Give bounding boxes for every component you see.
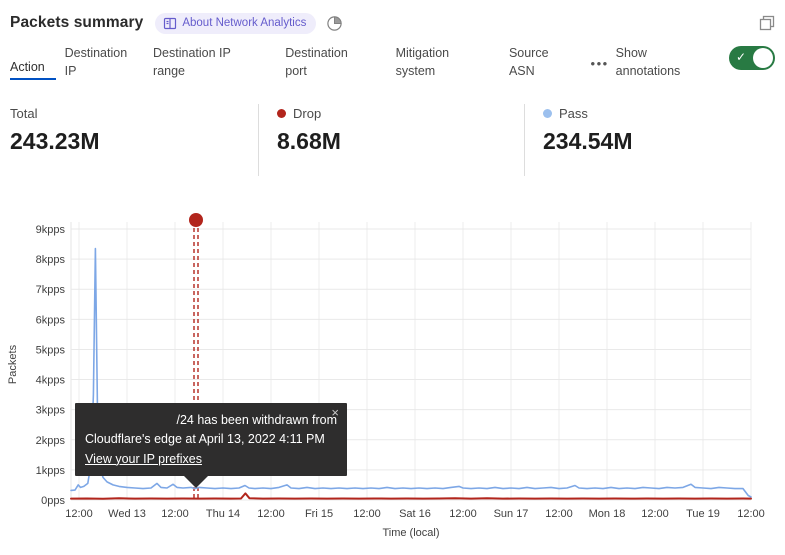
svg-text:Tue 19: Tue 19 <box>686 508 720 520</box>
svg-text:Packets: Packets <box>7 344 19 384</box>
tab-destination-ip-range[interactable]: Destination IP range <box>153 44 244 80</box>
svg-text:12:00: 12:00 <box>737 508 765 520</box>
svg-text:Mon 18: Mon 18 <box>589 508 626 520</box>
stat-pass: Pass 234.54M <box>524 104 785 176</box>
show-annotations-toggle[interactable]: ✓ <box>729 46 775 70</box>
svg-text:Sat 16: Sat 16 <box>399 508 431 520</box>
about-network-analytics-badge[interactable]: About Network Analytics <box>155 13 316 34</box>
tooltip-text-line1: /24 has been withdrawn from <box>85 411 337 430</box>
svg-text:Time (local): Time (local) <box>382 527 439 539</box>
svg-text:12:00: 12:00 <box>65 508 93 520</box>
svg-text:12:00: 12:00 <box>161 508 189 520</box>
svg-text:9kpps: 9kpps <box>36 224 66 236</box>
tab-destination-port[interactable]: Destination port <box>285 44 364 80</box>
svg-text:7kpps: 7kpps <box>36 284 66 296</box>
packets-summary-panel: Packets summary About Network Analytics … <box>0 0 785 555</box>
tooltip-arrow <box>184 476 208 488</box>
stat-drop-value: 8.68M <box>277 128 524 155</box>
open-in-new-window-icon[interactable] <box>759 15 775 31</box>
svg-text:5kpps: 5kpps <box>36 344 66 356</box>
svg-text:0pps: 0pps <box>41 495 65 507</box>
chart-area: 12:00 Wed 13 12:00 Thu 14 12:00 Fri 15 12:00 Sa… <box>0 205 785 555</box>
stat-total: Total 243.23M <box>0 104 258 176</box>
svg-text:1kpps: 1kpps <box>36 465 66 477</box>
dimension-tabs: Action Destination IP Destination IP ran… <box>0 36 785 88</box>
svg-text:12:00: 12:00 <box>353 508 381 520</box>
svg-text:Thu 14: Thu 14 <box>206 508 240 520</box>
svg-text:12:00: 12:00 <box>257 508 285 520</box>
book-icon <box>163 17 177 30</box>
svg-text:12:00: 12:00 <box>641 508 669 520</box>
view-ip-prefixes-link[interactable]: View your IP prefixes <box>85 452 202 466</box>
svg-text:4kpps: 4kpps <box>36 375 66 387</box>
svg-text:3kpps: 3kpps <box>36 405 66 417</box>
stat-total-label: Total <box>10 106 258 121</box>
stat-drop: Drop 8.68M <box>258 104 524 176</box>
pass-legend-dot <box>543 109 552 118</box>
close-icon[interactable]: × <box>331 406 339 419</box>
show-annotations-label: Show annotations <box>616 44 695 80</box>
badge-label: About Network Analytics <box>182 17 306 29</box>
svg-text:12:00: 12:00 <box>449 508 477 520</box>
tooltip-text-line2: Cloudflare's edge at April 13, 2022 4:11… <box>85 430 337 449</box>
stats-row: Total 243.23M Drop 8.68M Pass 234.54M <box>0 104 785 176</box>
svg-text:6kpps: 6kpps <box>36 314 66 326</box>
packets-chart: 12:00 Wed 13 12:00 Thu 14 12:00 Fri 15 12:00 Sa… <box>0 205 785 555</box>
check-icon: ✓ <box>736 50 746 64</box>
svg-text:Fri 15: Fri 15 <box>305 508 333 520</box>
more-tabs-button[interactable]: ••• <box>591 56 609 71</box>
stat-pass-value: 234.54M <box>543 128 785 155</box>
tab-source-asn[interactable]: Source ASN <box>509 44 561 80</box>
tab-mitigation-system[interactable]: Mitigation system <box>396 44 477 80</box>
svg-text:12:00: 12:00 <box>545 508 573 520</box>
time-period-icon[interactable] <box>326 15 343 32</box>
header: Packets summary About Network Analytics <box>0 0 785 36</box>
svg-text:2kpps: 2kpps <box>36 435 66 447</box>
tab-action[interactable]: Action <box>10 58 56 80</box>
annotation-tooltip: × /24 has been withdrawn from Cloudflare… <box>75 403 347 476</box>
stat-total-value: 243.23M <box>10 128 258 155</box>
svg-text:8kpps: 8kpps <box>36 254 66 266</box>
toggle-knob <box>753 48 773 68</box>
tab-destination-ip[interactable]: Destination IP <box>65 44 136 80</box>
svg-text:Sun 17: Sun 17 <box>494 508 529 520</box>
stat-pass-label: Pass <box>543 106 785 121</box>
svg-text:Wed 13: Wed 13 <box>108 508 146 520</box>
annotation-marker-dot[interactable] <box>189 213 203 227</box>
stat-drop-label: Drop <box>277 106 524 121</box>
page-title: Packets summary <box>10 14 143 32</box>
drop-legend-dot <box>277 109 286 118</box>
